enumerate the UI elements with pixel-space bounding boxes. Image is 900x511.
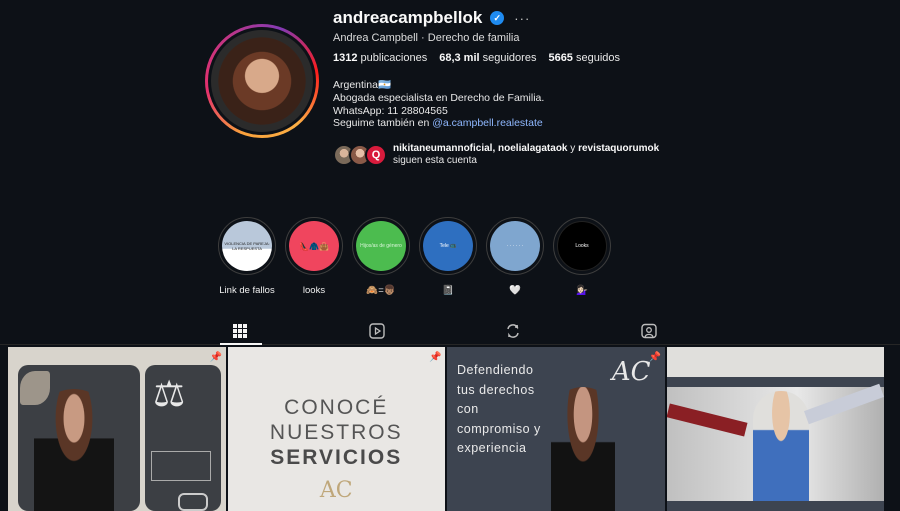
highlight-cover: Looks	[557, 221, 607, 271]
pinned-icon: 📌	[429, 352, 442, 363]
highlight-label: 📓	[442, 285, 454, 296]
highlight-label: 💁🏻‍♀️	[576, 285, 588, 296]
bio: Argentina🇦🇷 Abogada especialista en Dere…	[333, 79, 544, 130]
lawyer-photo	[34, 389, 114, 511]
post-tile[interactable]: ⚖ 📌	[8, 347, 226, 511]
tagged-icon	[641, 323, 657, 339]
firm-logo	[151, 451, 211, 481]
post-services-title: CONOCÉ NUESTROS SERVICIOS	[269, 396, 403, 469]
profile-stats: 1312 publicaciones 68,3 mil seguidores 5…	[333, 52, 620, 64]
profile-avatar-ring[interactable]	[205, 24, 319, 138]
highlight-hijos[interactable]: Hijos/as de género 🙈=👦🏽	[352, 217, 410, 296]
highlight-cover: Hijos/as de género	[356, 221, 406, 271]
full-name: Andrea Campbell · Derecho de familia	[333, 32, 520, 44]
repost-icon	[507, 324, 519, 338]
username: andreacampbellok	[333, 8, 483, 27]
avatar[interactable]	[211, 30, 313, 132]
ac-logo: AC	[319, 478, 353, 503]
following-stat[interactable]: 5665 seguidos	[548, 52, 620, 64]
highlight-ring: Tele 📺	[419, 217, 477, 275]
scale-of-justice-icon: ⚖	[153, 373, 186, 414]
highlight-cover: 👠🧥👜	[289, 221, 339, 271]
post-tile[interactable]	[666, 347, 884, 511]
highlight-looks[interactable]: 👠🧥👜 looks	[285, 217, 343, 296]
highlight-ring: Looks	[553, 217, 611, 275]
bio-line-whatsapp: WhatsApp: 11 28804565	[333, 104, 448, 117]
post-bottom-bar	[666, 501, 884, 511]
bio-link[interactable]: @a.campbell.realestate	[432, 117, 542, 129]
followers-stat[interactable]: 68,3 mil seguidores	[439, 52, 536, 64]
child-photo	[752, 391, 809, 501]
grid-icon	[233, 324, 247, 338]
tab-reels[interactable]	[368, 322, 386, 340]
tab-posts[interactable]	[231, 322, 249, 340]
tabs-divider	[0, 344, 900, 345]
highlight-label: 🤍	[509, 285, 521, 296]
avatar-gap	[208, 27, 316, 135]
posts-stat: 1312 publicaciones	[333, 52, 428, 64]
followed-by-text: nikitaneumannoficial, noelialagataok y r…	[393, 143, 660, 166]
highlight-ring: · · · · · ·	[486, 217, 544, 275]
highlight-tele[interactable]: Tele 📺 📓	[419, 217, 477, 296]
phone-icon	[178, 493, 208, 511]
highlight-label: looks	[302, 285, 326, 296]
bio-line-country: Argentina🇦🇷	[333, 79, 392, 91]
lawyer-photo	[551, 387, 615, 511]
more-options-icon[interactable]: ···	[514, 11, 530, 26]
bio-line-follow: Seguime también en @a.campbell.realestat…	[333, 117, 543, 130]
highlight-label: 🙈=👦🏽	[366, 285, 396, 296]
followed-by[interactable]: Q nikitaneumannoficial, noelialagataok y…	[333, 143, 659, 167]
pinned-icon: 📌	[648, 352, 661, 363]
quorum-logo-icon: Q	[365, 144, 387, 166]
pinned-icon: 📌	[209, 352, 222, 363]
highlight-looks-black[interactable]: Looks 💁🏻‍♀️	[553, 217, 611, 296]
tab-tagged[interactable]	[640, 322, 658, 340]
bio-line-title: Abogada especialista en Derecho de Famil…	[333, 91, 545, 104]
ac-logo: AC	[611, 357, 651, 387]
tab-reposts[interactable]	[504, 322, 522, 340]
highlight-ring: VIOLENCIA DE PAREJA: LA RESPUESTA	[218, 217, 276, 275]
follower-avatars: Q	[333, 144, 387, 166]
highlight-label: Link de fallos	[219, 285, 275, 296]
post-top-bar	[666, 377, 884, 387]
profile-tabs	[0, 322, 900, 344]
highlight-cover: Tele 📺	[423, 221, 473, 271]
post-slogan: Defendiendo tus derechos con compromiso …	[457, 363, 541, 455]
highlight-cover: · · · · · ·	[490, 221, 540, 271]
highlight-link-de-fallos[interactable]: VIOLENCIA DE PAREJA: LA RESPUESTA Link d…	[218, 217, 276, 296]
post-tile[interactable]: Defendiendo tus derechos con compromiso …	[447, 347, 665, 511]
verified-badge-icon: ✓	[490, 11, 505, 25]
highlight-cover: VIOLENCIA DE PAREJA: LA RESPUESTA	[222, 221, 272, 271]
story-highlights: VIOLENCIA DE PAREJA: LA RESPUESTA Link d…	[218, 217, 611, 296]
highlight-ring: 👠🧥👜	[285, 217, 343, 275]
highlight-ring: Hijos/as de género	[352, 217, 410, 275]
post-tile[interactable]: CONOCÉ NUESTROS SERVICIOS AC 📌	[227, 347, 445, 511]
reels-icon	[369, 323, 385, 339]
username-row: andreacampbellok ✓ ···	[333, 8, 530, 28]
posts-grid: ⚖ 📌 CONOCÉ NUESTROS SERVICIOS AC 📌 Defen…	[8, 347, 884, 511]
highlight-heart[interactable]: · · · · · · 🤍	[486, 217, 544, 296]
